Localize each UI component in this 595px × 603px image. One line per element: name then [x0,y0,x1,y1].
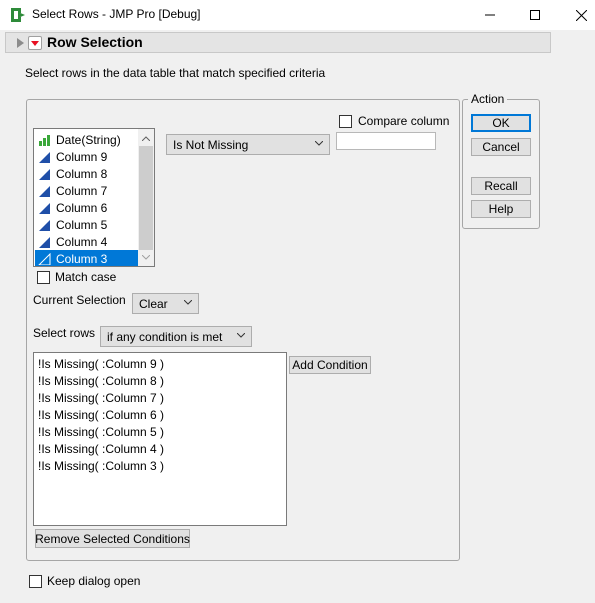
minimize-icon [485,14,495,16]
collapse-triangle-icon[interactable] [14,36,28,50]
continuous-column-icon [39,236,50,248]
chevron-up-icon [142,135,150,141]
chevron-down-icon [142,254,150,260]
select-rows-value: if any condition is met [107,329,223,344]
compare-column-checkbox[interactable] [339,115,352,128]
cancel-button[interactable]: Cancel [471,138,531,156]
column-item-label: Column 5 [56,217,108,232]
column-item-label: Column 7 [56,183,108,198]
column-item-label: Date(String) [56,132,121,147]
section-title: Row Selection [47,34,143,50]
window-title: Select Rows - JMP Pro [Debug] [32,7,201,21]
column-list[interactable]: Date(String) Column 9 Column 8 Column 7 … [33,128,155,267]
condition-item[interactable]: !Is Missing( :Column 3 ) [38,458,164,475]
add-condition-button[interactable]: Add Condition [289,356,371,374]
column-item-column-5[interactable]: Column 5 [35,216,154,233]
recall-button[interactable]: Recall [471,177,531,195]
chevron-down-icon [184,300,192,305]
remove-selected-conditions-button[interactable]: Remove Selected Conditions [35,529,190,548]
scroll-down-button[interactable] [138,249,154,265]
maximize-button[interactable] [512,0,558,30]
bar-chart-icon [39,134,50,146]
minimize-button[interactable] [467,0,513,30]
column-item-column-4[interactable]: Column 4 [35,233,154,250]
row-selection-header: Row Selection [5,32,551,53]
continuous-column-icon [39,219,50,231]
select-rows-dropdown[interactable]: if any condition is met [100,326,252,347]
keep-dialog-open-label: Keep dialog open [47,574,141,588]
column-item-label: Column 9 [56,149,108,164]
condition-item[interactable]: !Is Missing( :Column 8 ) [38,373,164,390]
continuous-column-icon [39,168,50,180]
column-item-label: Column 6 [56,200,108,215]
condition-item[interactable]: !Is Missing( :Column 9 ) [38,356,164,373]
close-icon [575,9,587,21]
current-selection-label: Current Selection [33,293,126,307]
red-triangle-menu-button[interactable] [28,36,42,50]
compare-column-label: Compare column [358,114,450,128]
column-list-scroll-thumb[interactable] [139,146,153,250]
help-button[interactable]: Help [471,200,531,218]
continuous-column-icon [39,151,50,163]
column-item-column-7[interactable]: Column 7 [35,182,154,199]
column-item-label: Column 4 [56,234,108,249]
continuous-column-icon [39,202,50,214]
condition-item[interactable]: !Is Missing( :Column 6 ) [38,407,164,424]
jmp-select-rows-icon [11,8,25,22]
scroll-up-button[interactable] [138,130,154,146]
close-button[interactable] [558,0,595,30]
condition-item[interactable]: !Is Missing( :Column 5 ) [38,424,164,441]
red-triangle-icon [31,41,39,46]
instructions-text: Select rows in the data table that match… [25,66,326,80]
column-item-label: Column 8 [56,166,108,181]
current-selection-dropdown[interactable]: Clear [132,293,199,314]
column-item-label: Column 3 [56,251,108,266]
column-item-date-string[interactable]: Date(String) [35,131,154,148]
ok-button[interactable]: OK [471,114,531,132]
select-rows-label: Select rows [33,326,96,340]
chevron-down-icon [237,333,245,338]
conditions-list[interactable]: !Is Missing( :Column 9 ) !Is Missing( :C… [33,352,287,526]
action-group-label: Action [468,92,508,106]
column-item-column-9[interactable]: Column 9 [35,148,154,165]
condition-item[interactable]: !Is Missing( :Column 4 ) [38,441,164,458]
column-item-column-8[interactable]: Column 8 [35,165,154,182]
condition-item[interactable]: !Is Missing( :Column 7 ) [38,390,164,407]
maximize-icon [530,10,540,20]
operator-value: Is Not Missing [173,137,249,152]
continuous-column-icon [38,252,51,265]
keep-dialog-open-checkbox[interactable] [29,575,42,588]
operator-dropdown[interactable]: Is Not Missing [166,134,330,155]
match-case-label: Match case [55,270,117,284]
chevron-down-icon [315,141,323,146]
column-item-column-3[interactable]: Column 3 [35,250,154,266]
continuous-column-icon [39,185,50,197]
column-item-column-6[interactable]: Column 6 [35,199,154,216]
title-bar: Select Rows - JMP Pro [Debug] [0,0,595,30]
value-input[interactable] [336,132,436,150]
current-selection-value: Clear [139,296,168,311]
match-case-checkbox[interactable] [37,271,50,284]
